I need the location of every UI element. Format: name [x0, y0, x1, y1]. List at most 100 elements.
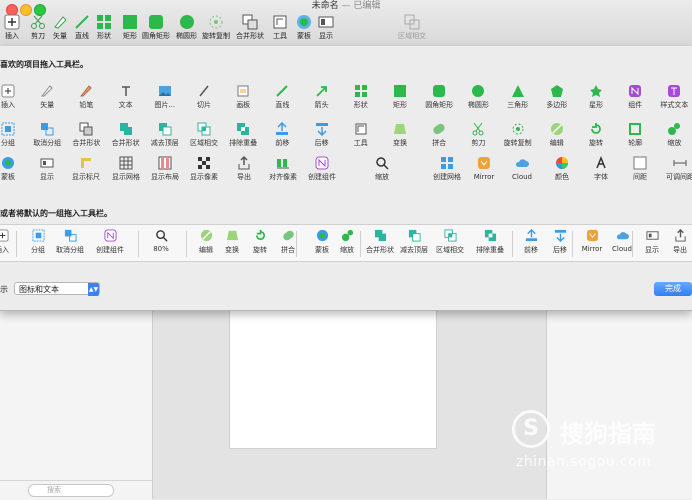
- toolbar-shape[interactable]: 形状: [96, 14, 112, 41]
- tools-icon: [355, 123, 367, 135]
- toolbar-option-vector[interactable]: 矢量: [27, 84, 67, 110]
- toolbar-option-outline[interactable]: 轮廓: [615, 122, 655, 148]
- toolbar-rectangle[interactable]: 矩形: [122, 14, 138, 41]
- subtract-icon: [158, 123, 172, 136]
- toolbar-option-rotate-copy[interactable]: 旋转复制: [498, 122, 538, 148]
- toolbar-option-component[interactable]: 组件: [615, 84, 655, 110]
- toolbar-combine-shapes[interactable]: 合并形状: [236, 14, 264, 41]
- toolbar-option-create-grid[interactable]: 创建网格: [427, 156, 467, 182]
- toolbar-option-pixels[interactable]: 显示像素: [184, 156, 224, 182]
- toolbar-option-rectangle[interactable]: 矩形: [380, 84, 420, 110]
- toolbar-view[interactable]: 显示: [318, 14, 334, 41]
- artboard[interactable]: [229, 292, 437, 449]
- toolbar-option-union[interactable]: 合并形状: [106, 122, 146, 148]
- union-icon: [119, 123, 132, 135]
- instruction-default: 或者将默认的一组拖入工具栏。: [0, 209, 112, 218]
- toolbar-option-transform[interactable]: 变换: [380, 122, 420, 148]
- union-icon: [374, 229, 386, 242]
- toolbar-option-pencil[interactable]: 铅笔: [66, 84, 106, 110]
- toolbar-option-scissors[interactable]: 剪刀: [458, 122, 498, 148]
- toolbar-oval[interactable]: 椭圆形: [176, 14, 197, 41]
- toolbar-option-rotate[interactable]: 旋转: [576, 122, 616, 148]
- toolbar-option-spacing[interactable]: 间距: [620, 156, 660, 182]
- toolbar-option-arrow[interactable]: 箭头: [302, 84, 342, 110]
- flatten-icon: [282, 230, 294, 241]
- toolbar-option-rounded-rect[interactable]: 圆角矩形: [419, 84, 459, 110]
- toolbar-vector[interactable]: 矢量: [52, 14, 68, 41]
- toolbar-option-align-pixels[interactable]: 对齐像素: [263, 156, 303, 182]
- toolbar-option-group[interactable]: 分组: [0, 122, 28, 148]
- toolbar-option-flexible-space[interactable]: 可调间距: [660, 156, 692, 182]
- toolbar-option-mask[interactable]: 蒙板: [0, 156, 28, 182]
- edit-icon: [200, 229, 212, 242]
- toolbar-option-subtract[interactable]: 减去顶层: [145, 122, 185, 148]
- pixels-icon: [198, 157, 210, 169]
- toolbar-option-insert[interactable]: 插入: [0, 84, 28, 110]
- cloud-icon: [515, 159, 529, 167]
- toolbar-insert[interactable]: 插入: [4, 14, 20, 41]
- toolbar-option-flatten[interactable]: 拼合: [419, 122, 459, 148]
- toolbar-option-combine[interactable]: 合并形状: [66, 122, 106, 148]
- toolbar-option-slice[interactable]: 切片: [184, 84, 224, 110]
- create-grid-icon: [441, 157, 453, 169]
- default-toolbar-set[interactable]: 插入分组取消分组创建组件80%编辑变换旋转拼合蒙板缩放合并形状减去顶层区域相交排…: [0, 224, 692, 262]
- line-icon: [276, 85, 289, 97]
- ungroup-icon: [41, 123, 54, 136]
- toolbar-option-star[interactable]: 星形: [576, 84, 616, 110]
- toolbar-option-line[interactable]: 直线: [262, 84, 302, 110]
- toolbar-option-grid[interactable]: 显示网格: [106, 156, 146, 182]
- title-bar: 未命名 — 已编辑 插入 剪刀 矢量 直线 形状 矩形 圆角矩形 椭圆形 旋转复…: [0, 0, 692, 47]
- transform-icon: [226, 230, 238, 241]
- toolbar-option-difference[interactable]: 排除重叠: [223, 122, 263, 148]
- toolbar-scissors[interactable]: 剪刀: [30, 14, 46, 41]
- toolbar-option-cloud[interactable]: Cloud: [502, 156, 542, 182]
- toolbar-rounded-rect[interactable]: 圆角矩形: [142, 14, 170, 41]
- view-icon: [645, 231, 659, 240]
- search-input[interactable]: 搜索: [28, 484, 114, 497]
- default-item-mirror: Mirror: [576, 229, 608, 253]
- toolbar-option-polygon[interactable]: 多边形: [537, 84, 577, 110]
- toolbar-intersect[interactable]: 区域相交: [398, 14, 426, 41]
- toolbar-option-ungroup[interactable]: 取消分组: [27, 122, 67, 148]
- toolbar-option-edit[interactable]: 编辑: [537, 122, 577, 148]
- toolbar-option-triangle[interactable]: 三角形: [498, 84, 538, 110]
- toolbar-tools[interactable]: 工具: [272, 14, 288, 41]
- toolbar-option-zoom[interactable]: 缩放: [362, 156, 402, 182]
- toolbar-option-tools[interactable]: 工具: [341, 122, 381, 148]
- toolbar-rotate-copy[interactable]: 旋转复制: [202, 14, 230, 41]
- toolbar-option-style-text[interactable]: 样式文本: [654, 84, 692, 110]
- toolbar-option-export[interactable]: 导出: [224, 156, 264, 182]
- done-button[interactable]: 完成: [654, 282, 692, 296]
- toolbar-option-rulers[interactable]: 显示标尺: [66, 156, 106, 182]
- create-component-icon: [315, 156, 329, 170]
- toolbar-option-image[interactable]: 图片...: [145, 84, 185, 110]
- toolbar-option-forward[interactable]: 前移: [262, 122, 302, 148]
- toolbar-option-color[interactable]: 颜色: [542, 156, 582, 182]
- toolbar-line[interactable]: 直线: [74, 14, 90, 41]
- image-icon: [158, 86, 171, 96]
- toolbar-option-font[interactable]: 字体: [581, 156, 621, 182]
- shape-icon: [354, 85, 367, 97]
- toolbar-option-oval[interactable]: 椭圆形: [458, 84, 498, 110]
- default-item-scale: 缩放: [331, 229, 363, 255]
- text-icon: [121, 86, 130, 96]
- toolbar-option-mirror[interactable]: Mirror: [464, 156, 504, 182]
- toolbar-option-intersect[interactable]: 区域相交: [184, 122, 224, 148]
- default-item-difference: 排除重叠: [474, 229, 506, 255]
- component-icon: [629, 85, 642, 97]
- show-select[interactable]: 图标和文本 ▲▼: [14, 282, 100, 296]
- toolbar-option-scale[interactable]: 缩放: [654, 122, 692, 148]
- toolbar-option-create-component[interactable]: 创建组件: [302, 156, 342, 182]
- toolbar-mask[interactable]: 蒙板: [296, 14, 312, 41]
- toolbar-option-view[interactable]: 显示: [27, 156, 67, 182]
- forward-icon: [525, 229, 537, 242]
- toolbar-option-artboard[interactable]: 画板: [223, 84, 263, 110]
- default-item-create-component: 创建组件: [94, 229, 126, 255]
- toolbar-option-layout[interactable]: 显示布局: [145, 156, 185, 182]
- default-item-ungroup: 取消分组: [54, 229, 86, 255]
- toolbar-option-backward[interactable]: 后移: [302, 122, 342, 148]
- toolbar-option-text[interactable]: 文本: [106, 84, 146, 110]
- show-label: 示: [0, 285, 8, 294]
- style-text-icon: [668, 85, 681, 97]
- toolbar-option-shape[interactable]: 形状: [341, 84, 381, 110]
